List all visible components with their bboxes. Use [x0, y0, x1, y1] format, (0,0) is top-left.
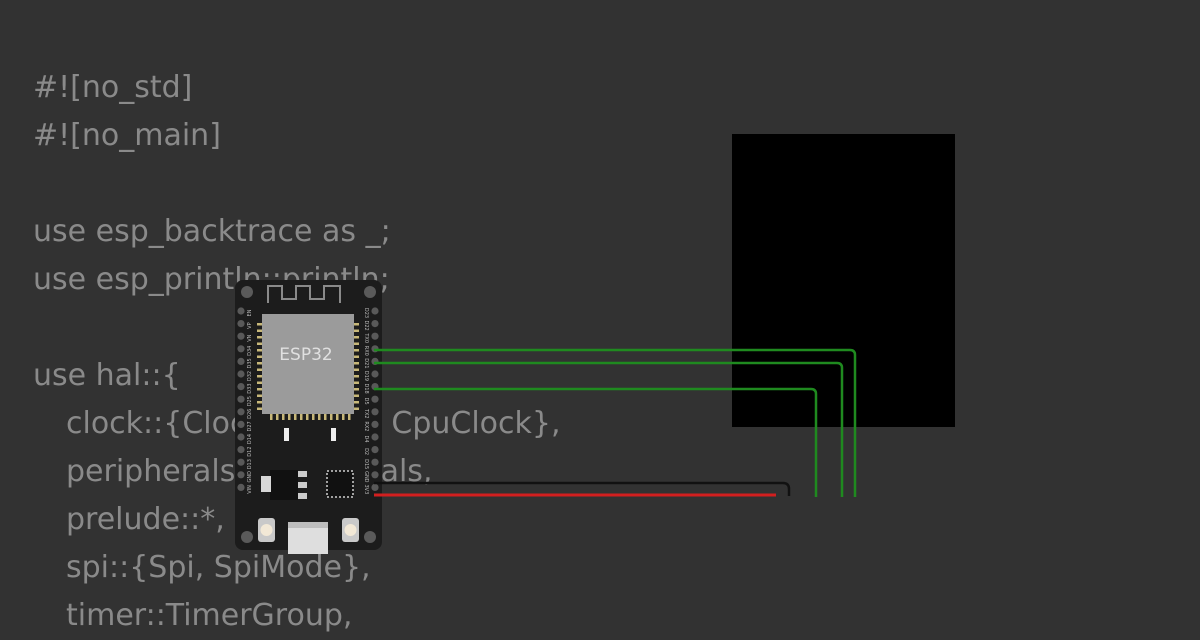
pin-label: RX0 — [363, 346, 369, 356]
pin-hole[interactable] — [371, 320, 379, 328]
pin-hole[interactable] — [237, 395, 245, 403]
pin-hole[interactable] — [237, 383, 245, 391]
pin-label: TX2 — [363, 408, 369, 419]
pin-hole[interactable] — [237, 446, 245, 454]
pin-label: D35 — [247, 358, 253, 368]
pin-label: VP — [247, 322, 253, 328]
pin-hole[interactable] — [237, 458, 245, 466]
module-pad — [312, 413, 315, 420]
pin-label: VIN — [247, 485, 253, 494]
pin-label: GND — [247, 471, 253, 483]
module-pad — [270, 413, 273, 420]
pin-hole[interactable] — [371, 332, 379, 340]
regulator-pin — [298, 493, 307, 499]
pin-label: GND — [363, 471, 369, 483]
pin-label: D2 — [363, 448, 369, 455]
pin-hole[interactable] — [237, 357, 245, 365]
module-pad — [282, 413, 285, 420]
pin-label: D12 — [247, 446, 253, 456]
tft-display[interactable] — [732, 134, 955, 427]
circuit-canvas: ESP32 EN VP VN D34 D35 D32 D33 D25 D26 D27 D14 D12 D… — [235, 134, 955, 554]
pin-label: D34 — [247, 346, 253, 356]
pin-hole[interactable] — [237, 307, 245, 315]
pin-hole[interactable] — [371, 458, 379, 466]
pin-label: D4 — [363, 435, 369, 442]
pin-label: D27 — [247, 421, 253, 431]
module-pad — [288, 413, 291, 420]
pin-hole[interactable] — [237, 345, 245, 353]
pin-label: D33 — [247, 383, 253, 393]
pin-hole[interactable] — [371, 370, 379, 378]
pin-label: D32 — [247, 371, 253, 381]
pin-hole[interactable] — [371, 420, 379, 428]
pin-label: VN — [247, 334, 253, 341]
voltage-regulator — [270, 470, 298, 500]
module-pad — [330, 413, 333, 420]
mounting-hole — [364, 531, 376, 543]
pin-label: D13 — [247, 459, 253, 469]
esp32-board[interactable]: ESP32 EN VP VN D34 D35 D32 D33 D25 D26 D27 D14 D12 D… — [235, 280, 382, 554]
regulator-tab — [261, 476, 271, 492]
micro-usb-lip — [288, 522, 328, 528]
pin-hole[interactable] — [237, 320, 245, 328]
pin-label: D26 — [247, 409, 253, 419]
pin-hole[interactable] — [237, 370, 245, 378]
mounting-hole — [241, 531, 253, 543]
chip-label: ESP32 — [279, 345, 332, 365]
module-pad — [342, 413, 345, 420]
mounting-hole — [241, 286, 253, 298]
module-pad — [318, 413, 321, 420]
mounting-hole — [364, 286, 376, 298]
module-pad — [306, 413, 309, 420]
module-pad — [324, 413, 327, 420]
pin-hole[interactable] — [371, 446, 379, 454]
pin-label: D25 — [247, 396, 253, 406]
pin-hole[interactable] — [237, 332, 245, 340]
pin-label: D19 — [363, 371, 369, 381]
smd-component — [284, 428, 289, 441]
pin-hole[interactable] — [237, 483, 245, 491]
pin-label: TX0 — [363, 332, 369, 343]
pin-hole[interactable] — [371, 471, 379, 479]
pin-hole[interactable] — [237, 471, 245, 479]
pin-hole[interactable] — [371, 408, 379, 416]
pin-label: D23 — [363, 308, 369, 318]
pin-hole[interactable] — [237, 420, 245, 428]
pin-hole[interactable] — [371, 433, 379, 441]
pin-hole[interactable] — [371, 307, 379, 315]
pin-label: D14 — [247, 434, 253, 444]
pin-hole[interactable] — [371, 483, 379, 491]
pin-label: RX2 — [363, 421, 369, 431]
module-pad — [300, 413, 303, 420]
smd-component — [331, 428, 336, 441]
pin-hole[interactable] — [237, 433, 245, 441]
reset-button[interactable] — [342, 518, 359, 542]
module-pad — [348, 413, 351, 420]
pin-label: D18 — [363, 383, 369, 393]
regulator-pin — [298, 471, 307, 477]
regulator-pin — [298, 482, 307, 488]
pin-label: D15 — [363, 459, 369, 469]
pin-label: D5 — [363, 398, 369, 405]
pin-label: 3V3 — [363, 485, 369, 495]
boot-button[interactable] — [258, 518, 275, 542]
pin-label: EN — [247, 309, 253, 316]
usb-serial-chip — [326, 470, 354, 498]
pin-hole[interactable] — [371, 395, 379, 403]
module-pad — [294, 413, 297, 420]
pin-label: D21 — [363, 358, 369, 368]
pin-hole[interactable] — [237, 408, 245, 416]
module-pad — [336, 413, 339, 420]
pin-label: D22 — [363, 320, 369, 330]
module-pad — [276, 413, 279, 420]
